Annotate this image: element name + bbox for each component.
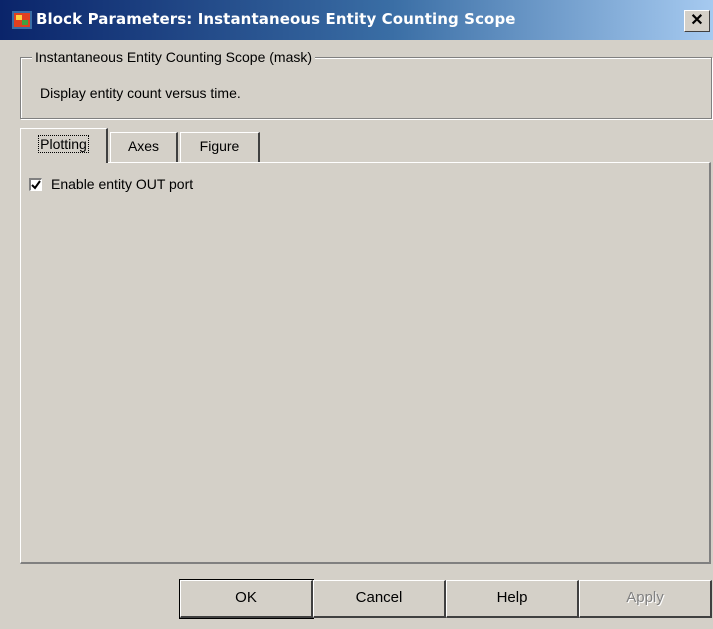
- ok-button[interactable]: OK: [179, 579, 314, 619]
- window-title: Block Parameters: Instantaneous Entity C…: [36, 10, 516, 28]
- title-bar: Block Parameters: Instantaneous Entity C…: [0, 0, 713, 40]
- close-button[interactable]: ✕: [684, 10, 710, 32]
- cancel-button[interactable]: Cancel: [313, 580, 446, 618]
- plotting-panel: Enable entity OUT port: [20, 162, 711, 564]
- tab-plotting-label: Plotting: [38, 135, 89, 153]
- simulink-block-icon: [12, 11, 32, 29]
- block-description: Display entity count versus time.: [40, 85, 241, 101]
- enable-out-port-option[interactable]: Enable entity OUT port: [29, 176, 193, 192]
- groupbox-legend: Instantaneous Entity Counting Scope (mas…: [32, 49, 316, 65]
- tab-axes[interactable]: Axes: [110, 132, 178, 162]
- tab-figure-label: Figure: [199, 138, 240, 154]
- close-icon: ✕: [690, 12, 704, 29]
- tab-strip: Plotting Axes Figure: [20, 128, 713, 163]
- tab-axes-label: Axes: [127, 138, 160, 154]
- tab-plotting[interactable]: Plotting: [20, 128, 108, 163]
- help-button[interactable]: Help: [446, 580, 579, 618]
- enable-out-port-checkbox[interactable]: [29, 177, 42, 191]
- tab-figure[interactable]: Figure: [180, 132, 260, 162]
- checkmark-icon: [31, 179, 41, 190]
- enable-out-port-label: Enable entity OUT port: [51, 176, 194, 192]
- apply-button[interactable]: Apply: [579, 580, 712, 618]
